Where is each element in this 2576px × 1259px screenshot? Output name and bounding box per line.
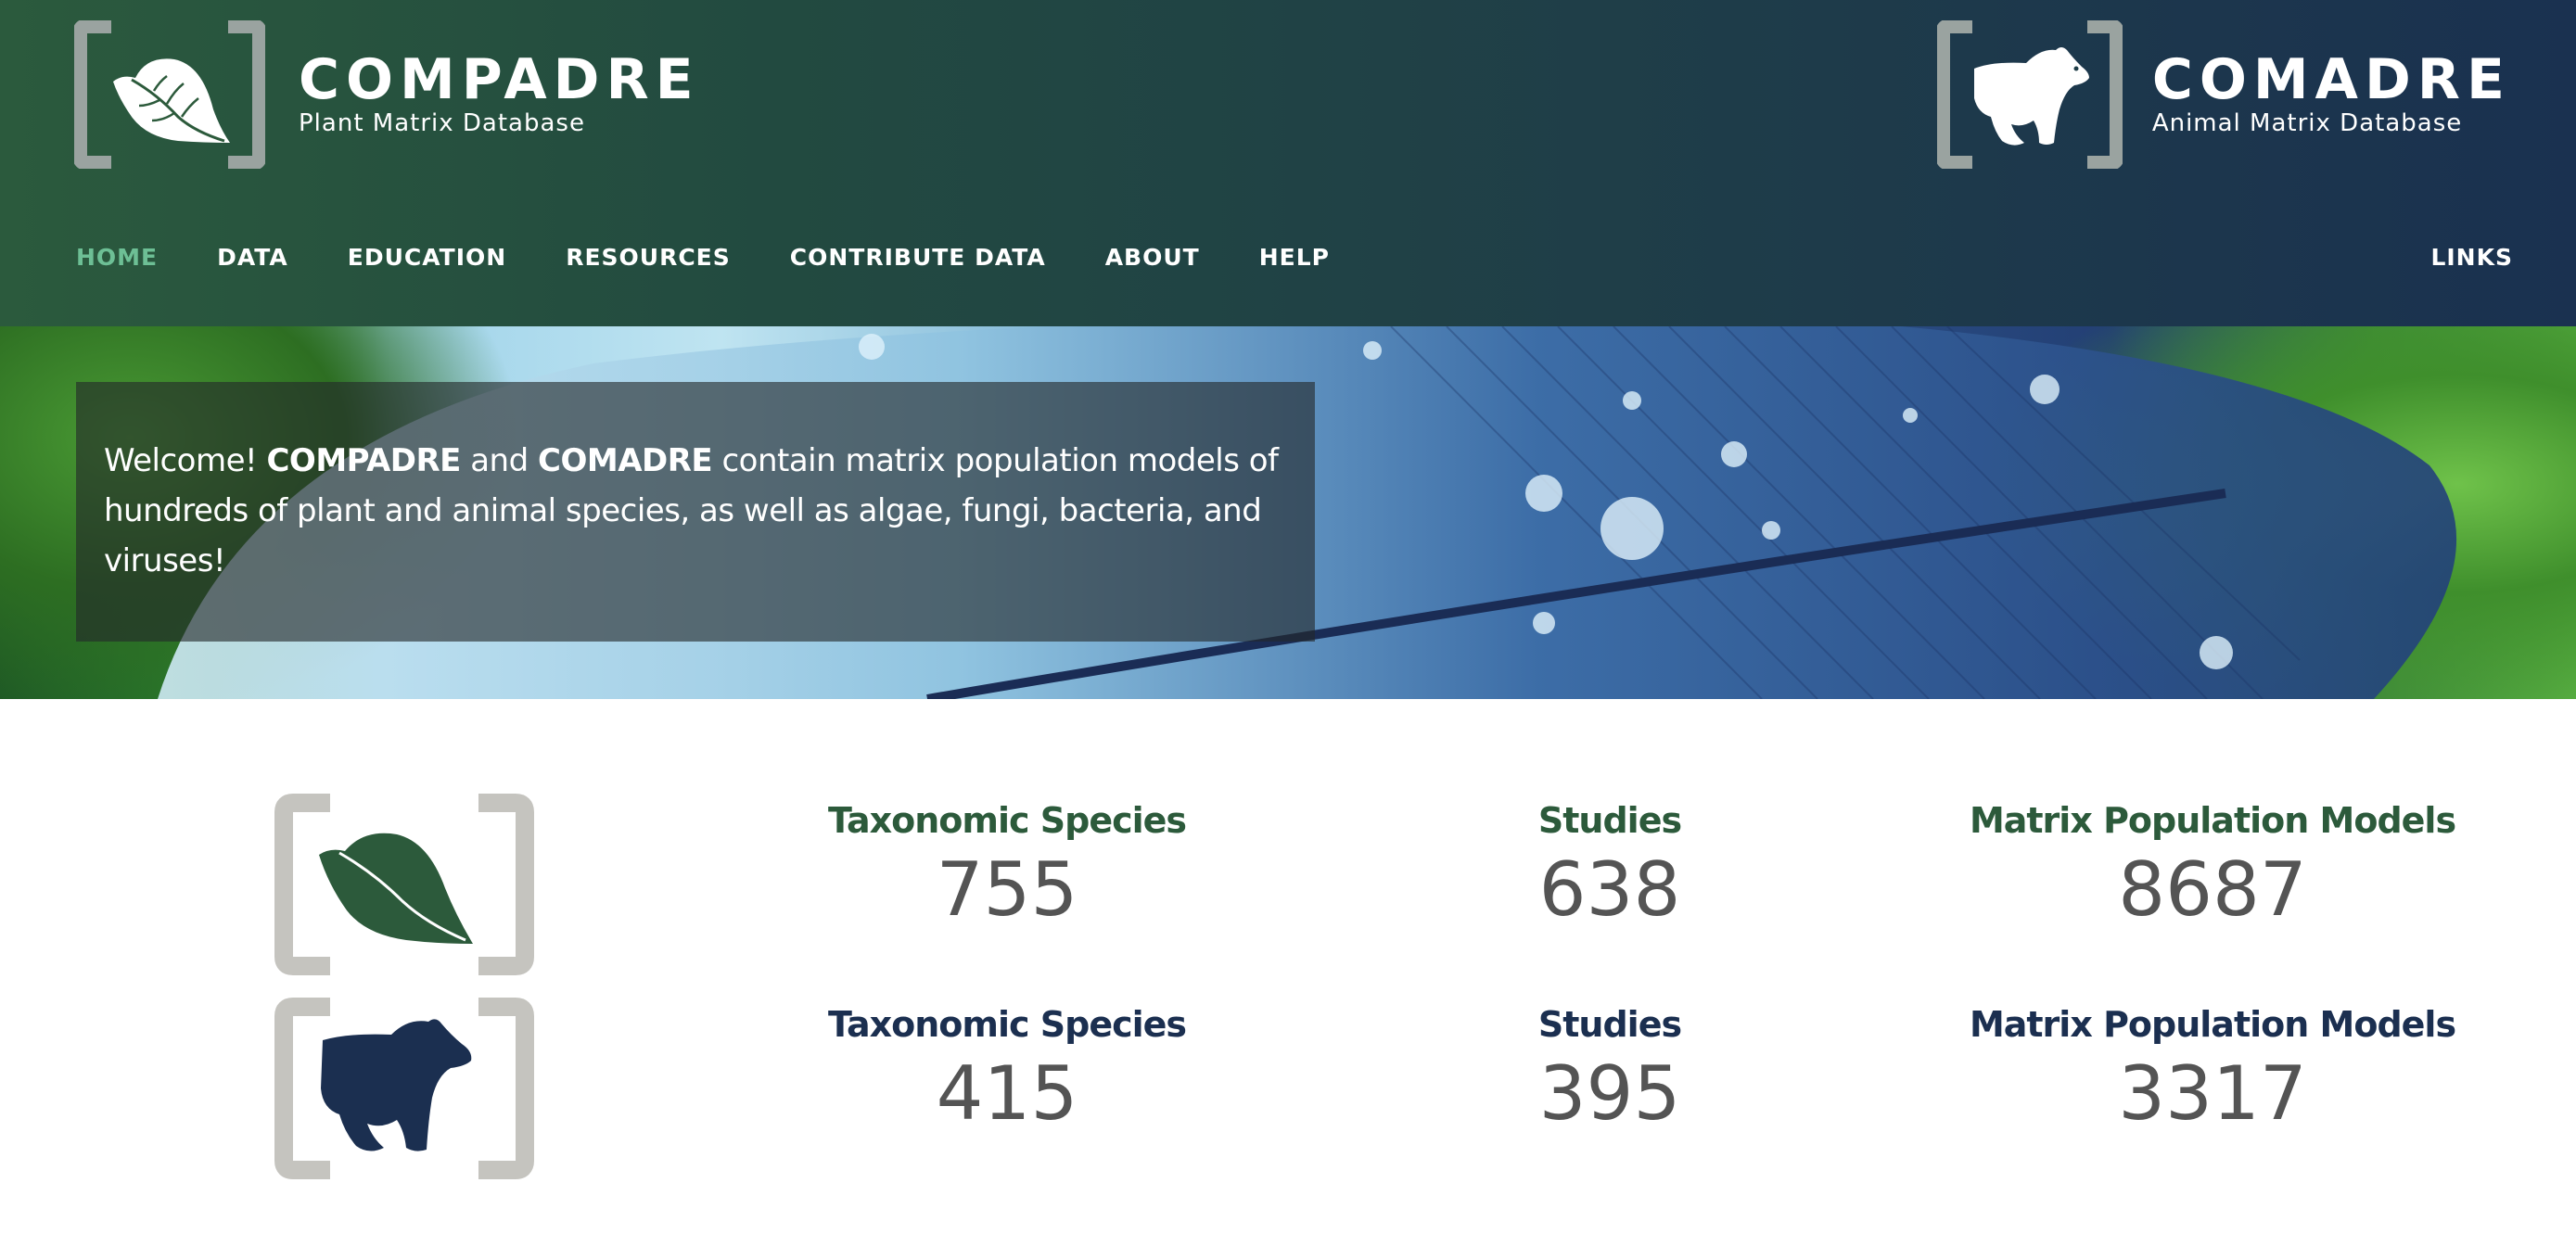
stat-label: Studies bbox=[1537, 800, 1682, 841]
comadre-title[interactable]: COMADRE bbox=[2152, 51, 2511, 108]
welcome-brand-comadre: COMADRE bbox=[538, 442, 713, 479]
comadre-bracket-icon bbox=[1936, 20, 2123, 169]
welcome-brand-compadre: COMPADRE bbox=[266, 442, 461, 479]
stat-label: Matrix Population Models bbox=[1969, 1004, 2456, 1045]
compadre-brand[interactable]: COMPADRE Plant Matrix Database bbox=[74, 20, 700, 169]
compadre-bracket-icon bbox=[74, 20, 265, 169]
hero-banner: Welcome! COMPADRE and COMADRE contain ma… bbox=[0, 326, 2576, 699]
compadre-subtitle: Plant Matrix Database bbox=[299, 109, 585, 137]
stat-value: 755 bbox=[936, 846, 1078, 933]
compadre-studies-stat: Studies 638 bbox=[1350, 799, 1869, 933]
welcome-message: Welcome! COMPADRE and COMADRE contain ma… bbox=[104, 442, 1279, 579]
stat-value: 8687 bbox=[2118, 846, 2307, 933]
compadre-title[interactable]: COMPADRE bbox=[299, 51, 700, 108]
stat-value: 3317 bbox=[2118, 1050, 2307, 1137]
nav-item-education[interactable]: EDUCATION bbox=[348, 244, 506, 271]
nav-item-links[interactable]: LINKS bbox=[2430, 244, 2513, 271]
compadre-models-stat: Matrix Population Models 8687 bbox=[1953, 799, 2472, 933]
leaf-icon bbox=[113, 58, 230, 143]
site-header: COMPADRE Plant Matrix Database COMADRE A… bbox=[0, 0, 2576, 326]
stat-label: Taxonomic Species bbox=[827, 1004, 1187, 1045]
stat-label: Studies bbox=[1537, 1004, 1682, 1045]
nav-item-data[interactable]: DATA bbox=[217, 244, 288, 271]
stat-value: 638 bbox=[1538, 846, 1681, 933]
comadre-stats-logo bbox=[274, 996, 534, 1186]
stat-label: Taxonomic Species bbox=[827, 800, 1187, 841]
comadre-species-stat: Taxonomic Species 415 bbox=[747, 1003, 1267, 1137]
nav-item-help[interactable]: HELP bbox=[1259, 244, 1330, 271]
comadre-models-stat: Matrix Population Models 3317 bbox=[1953, 1003, 2472, 1137]
leaf-icon bbox=[319, 833, 473, 944]
main-nav: HOME DATA EDUCATION RESOURCES CONTRIBUTE… bbox=[76, 244, 1389, 271]
stat-value: 415 bbox=[936, 1050, 1078, 1137]
nav-item-home[interactable]: HOME bbox=[76, 244, 158, 271]
comadre-studies-stat: Studies 395 bbox=[1350, 1003, 1869, 1137]
comadre-subtitle: Animal Matrix Database bbox=[2151, 109, 2463, 137]
database-stats: Taxonomic Species 755 Studies 638 Matrix… bbox=[0, 699, 2576, 1259]
comadre-brand[interactable]: COMADRE Animal Matrix Database bbox=[1936, 20, 2511, 169]
compadre-species-stat: Taxonomic Species 755 bbox=[747, 799, 1267, 933]
nav-item-contribute-data[interactable]: CONTRIBUTE DATA bbox=[790, 244, 1046, 271]
compadre-stats-logo bbox=[274, 792, 534, 982]
welcome-panel: Welcome! COMPADRE and COMADRE contain ma… bbox=[76, 382, 1315, 642]
bear-icon bbox=[1973, 47, 2089, 146]
compadre-logo[interactable] bbox=[74, 20, 265, 169]
nav-item-about[interactable]: ABOUT bbox=[1105, 244, 1200, 271]
nav-item-resources[interactable]: RESOURCES bbox=[566, 244, 731, 271]
stat-value: 395 bbox=[1538, 1050, 1681, 1137]
bear-icon bbox=[321, 1019, 472, 1151]
comadre-logo[interactable] bbox=[1936, 20, 2123, 169]
stat-label: Matrix Population Models bbox=[1969, 800, 2456, 841]
